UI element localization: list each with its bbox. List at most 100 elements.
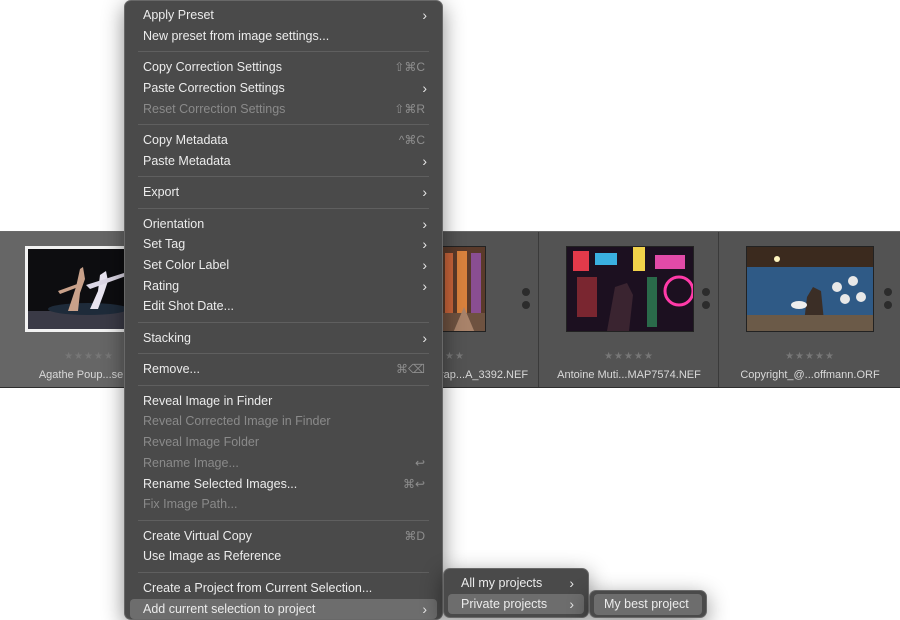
keyboard-shortcut: ⇧⌘R [394, 101, 425, 116]
menu-item-label: Paste Metadata [143, 153, 231, 168]
menu-item-label: All my projects [461, 576, 543, 590]
menu-item-label: Reveal Corrected Image in Finder [143, 414, 331, 429]
menu-separator [138, 353, 429, 355]
chevron-right-icon: › [422, 7, 427, 23]
filmstrip-cell[interactable]: ★★★★★ Copyright_@...offmann.ORF [720, 232, 900, 387]
menu-item-reset-correction-settings: Reset Correction Settings ⇧⌘R [130, 99, 437, 120]
chevron-right-icon: › [422, 277, 427, 294]
menu-item-label: Remove... [143, 362, 200, 377]
menu-item-fix-image-path: Fix Image Path... [130, 494, 437, 515]
menu-item-rating[interactable]: Rating › [130, 276, 437, 297]
menu-item-label: Add current selection to project [143, 601, 316, 616]
menu-item-label: New preset from image settings... [143, 28, 330, 43]
menu-separator [138, 384, 429, 386]
keyboard-shortcut: ^⌘C [398, 133, 425, 147]
context-menu: Apply Preset › New preset from image sett… [124, 0, 443, 620]
menu-item-create-virtual-copy[interactable]: Create Virtual Copy ⌘D [130, 526, 437, 547]
menu-item-reveal-image-folder: Reveal Image Folder [130, 432, 437, 453]
menu-item-copy-metadata[interactable]: Copy Metadata ^⌘C [130, 130, 437, 151]
chevron-right-icon: › [422, 215, 427, 232]
menu-item-private-projects[interactable]: Private projects › [448, 593, 584, 615]
menu-item-label: Fix Image Path... [143, 497, 238, 512]
thumbnail-image[interactable] [746, 246, 874, 332]
menu-separator [138, 519, 429, 521]
menu-item-label: Edit Shot Date... [143, 299, 235, 314]
menu-item-remove[interactable]: Remove... ⌘⌫ [130, 359, 437, 380]
menu-separator [138, 51, 429, 53]
menu-item-paste-metadata[interactable]: Paste Metadata › [130, 151, 437, 172]
menu-item-label: Copy Correction Settings [143, 60, 282, 75]
menu-item-set-color-label[interactable]: Set Color Label › [130, 255, 437, 276]
thumbnail-image[interactable] [566, 246, 694, 332]
keyboard-shortcut: ↩ [414, 455, 425, 470]
chevron-right-icon: › [422, 79, 427, 96]
menu-item-apply-preset[interactable]: Apply Preset › [130, 5, 437, 26]
filmstrip-cell[interactable]: ★★★★★ Antoine Muti...MAP7574.NEF [540, 232, 719, 387]
rating-stars[interactable]: ★★★★★ [720, 351, 900, 362]
more-options-dots-icon[interactable] [522, 288, 530, 314]
menu-item-edit-shot-date[interactable]: Edit Shot Date... [130, 296, 437, 317]
menu-item-export[interactable]: Export › [130, 182, 437, 203]
thumbnail-filename: Antoine Muti...MAP7574.NEF [557, 369, 701, 381]
chevron-right-icon: › [422, 236, 427, 253]
menu-item-label: Apply Preset [143, 8, 214, 22]
chevron-right-icon: › [422, 329, 427, 346]
keyboard-shortcut: ⌘↩ [402, 476, 425, 491]
menu-item-reveal-corrected-image: Reveal Corrected Image in Finder [130, 411, 437, 432]
menu-item-label: Copy Metadata [143, 133, 228, 147]
chevron-right-icon: › [569, 575, 574, 591]
menu-item-label: Rename Image... [143, 455, 239, 470]
menu-item-label: Use Image as Reference [143, 549, 282, 564]
keyboard-shortcut: ⌘D [404, 528, 425, 543]
menu-item-reveal-image-in-finder[interactable]: Reveal Image in Finder [130, 391, 437, 412]
menu-item-add-to-project[interactable]: Add current selection to project › [130, 598, 437, 620]
menu-item-label: Rating [143, 278, 180, 293]
projects-submenu: All my projects › Private projects › [443, 568, 589, 618]
menu-item-label: Create Virtual Copy [143, 528, 252, 543]
keyboard-shortcut: ⇧⌘C [394, 60, 425, 75]
menu-item-copy-correction-settings[interactable]: Copy Correction Settings ⇧⌘C [130, 57, 437, 78]
rating-stars[interactable]: ★★★★★ [540, 351, 718, 362]
thumbnail-filename: Copyright_@...offmann.ORF [740, 369, 880, 381]
menu-item-label: My best project [604, 597, 689, 611]
menu-separator [138, 571, 429, 573]
menu-item-orientation[interactable]: Orientation › [130, 214, 437, 235]
chevron-right-icon: › [422, 152, 427, 169]
menu-item-use-image-as-reference[interactable]: Use Image as Reference [130, 546, 437, 567]
menu-separator [138, 321, 429, 323]
menu-item-label: Private projects [461, 596, 548, 611]
menu-item-label: Reveal Image Folder [143, 435, 260, 450]
menu-item-all-my-projects[interactable]: All my projects › [448, 573, 584, 594]
menu-item-label: Reset Correction Settings [143, 101, 286, 116]
menu-item-rename-image: Rename Image... ↩ [130, 453, 437, 474]
menu-item-label: Rename Selected Images... [143, 476, 298, 491]
more-options-dots-icon[interactable] [884, 288, 892, 314]
menu-item-rename-selected-images[interactable]: Rename Selected Images... ⌘↩ [130, 474, 437, 495]
menu-item-label: Paste Correction Settings [143, 80, 285, 95]
menu-separator [138, 176, 429, 178]
chevron-right-icon: › [422, 184, 427, 201]
chevron-right-icon: › [569, 595, 574, 612]
menu-item-stacking[interactable]: Stacking › [130, 328, 437, 349]
keyboard-shortcut: ⌘⌫ [396, 362, 425, 377]
rating-stars[interactable]: ★★ [440, 351, 470, 362]
menu-item-paste-correction-settings[interactable]: Paste Correction Settings › [130, 78, 437, 99]
menu-item-label: Stacking [143, 330, 191, 345]
menu-item-new-preset[interactable]: New preset from image settings... [130, 26, 437, 47]
chevron-right-icon: › [422, 600, 427, 617]
menu-item-label: Reveal Image in Finder [143, 393, 273, 408]
menu-item-create-project[interactable]: Create a Project from Current Selection.… [130, 578, 437, 599]
thumbnail-filename: rap...A_3392.NEF [440, 369, 529, 381]
more-options-dots-icon[interactable] [702, 288, 710, 314]
menu-item-label: Set Tag [143, 237, 186, 252]
menu-item-label: Export [143, 185, 180, 200]
menu-item-set-tag[interactable]: Set Tag › [130, 234, 437, 255]
menu-item-label: Orientation [143, 216, 205, 231]
chevron-right-icon: › [422, 257, 427, 273]
menu-separator [138, 124, 429, 126]
menu-item-label: Create a Project from Current Selection.… [143, 580, 373, 595]
thumbnail-image[interactable] [440, 246, 486, 332]
menu-item-my-best-project[interactable]: My best project [594, 594, 702, 615]
menu-separator [138, 207, 429, 209]
menu-item-label: Set Color Label [143, 258, 230, 272]
